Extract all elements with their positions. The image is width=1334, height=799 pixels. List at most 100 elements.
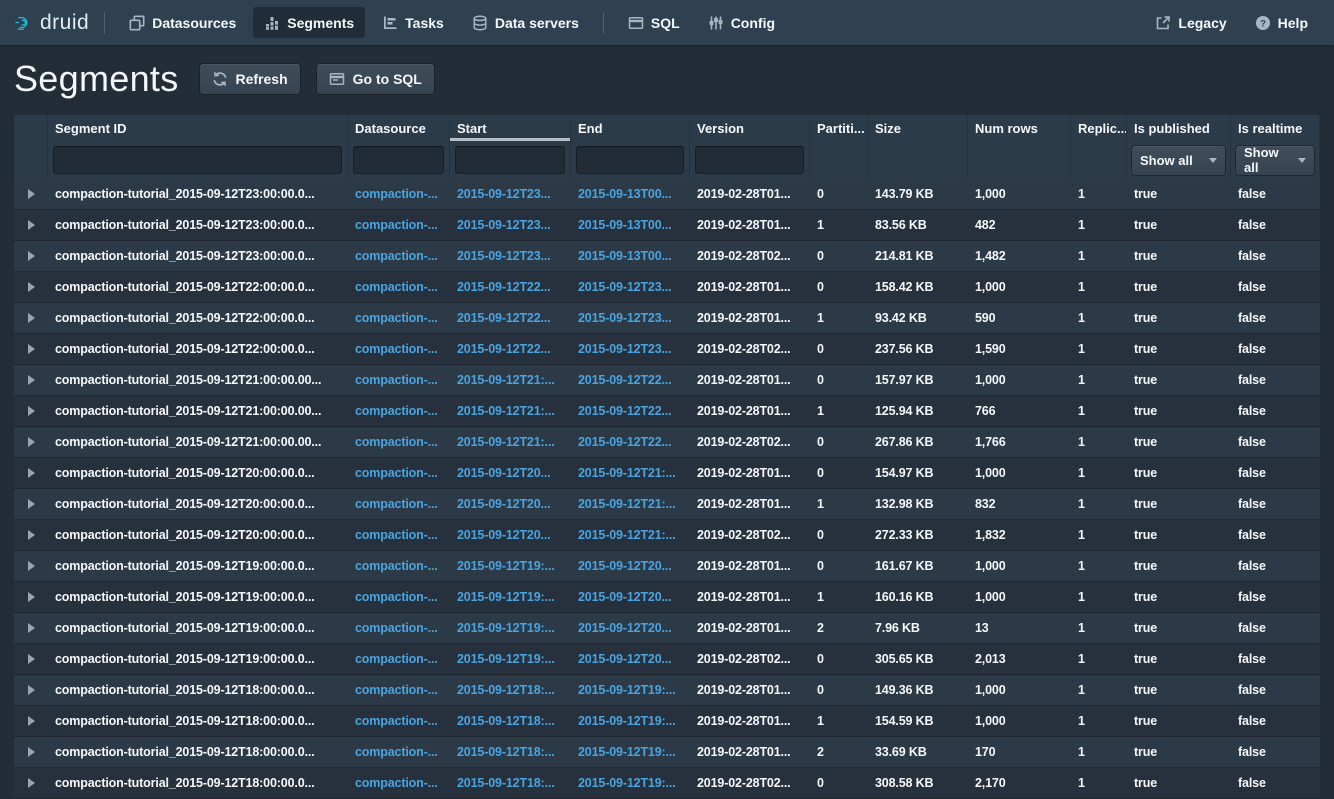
start-link[interactable]: 2015-09-12T19:...	[457, 559, 555, 573]
nav-item-datasources[interactable]: Datasources	[118, 7, 247, 38]
datasource-link[interactable]: compaction-...	[355, 466, 438, 480]
start-link[interactable]: 2015-09-12T21:...	[457, 404, 555, 418]
filter-input-segment_id[interactable]	[53, 146, 342, 174]
end-link[interactable]: 2015-09-13T00...	[578, 249, 672, 263]
datasource-link[interactable]: compaction-...	[355, 497, 438, 511]
datasource-link[interactable]: compaction-...	[355, 776, 438, 790]
end-link[interactable]: 2015-09-12T21:...	[578, 528, 676, 542]
row-expander[interactable]	[14, 778, 48, 788]
start-link[interactable]: 2015-09-12T20...	[457, 497, 551, 511]
table-row[interactable]: compaction-tutorial_2015-09-12T23:00:00.…	[14, 210, 1320, 241]
row-expander[interactable]	[14, 623, 48, 633]
table-row[interactable]: compaction-tutorial_2015-09-12T23:00:00.…	[14, 179, 1320, 210]
column-header-is_realtime[interactable]: Is realtime	[1231, 115, 1320, 141]
start-link[interactable]: 2015-09-12T23...	[457, 218, 551, 232]
end-link[interactable]: 2015-09-12T20...	[578, 652, 672, 666]
start-link[interactable]: 2015-09-12T19:...	[457, 621, 555, 635]
datasource-link[interactable]: compaction-...	[355, 342, 438, 356]
row-expander[interactable]	[14, 654, 48, 664]
column-header-is_published[interactable]: Is published	[1127, 115, 1231, 141]
druid-brand[interactable]: druid	[15, 11, 91, 35]
start-link[interactable]: 2015-09-12T22...	[457, 311, 551, 325]
row-expander[interactable]	[14, 282, 48, 292]
refresh-button[interactable]: Refresh	[200, 64, 300, 94]
table-row[interactable]: compaction-tutorial_2015-09-12T22:00:00.…	[14, 272, 1320, 303]
end-link[interactable]: 2015-09-13T00...	[578, 218, 672, 232]
end-link[interactable]: 2015-09-12T23...	[578, 311, 672, 325]
table-row[interactable]: compaction-tutorial_2015-09-12T18:00:00.…	[14, 737, 1320, 768]
datasource-link[interactable]: compaction-...	[355, 404, 438, 418]
end-link[interactable]: 2015-09-12T19:...	[578, 683, 676, 697]
start-link[interactable]: 2015-09-12T18:...	[457, 776, 555, 790]
filter-input-datasource[interactable]	[353, 146, 444, 174]
end-link[interactable]: 2015-09-12T20...	[578, 590, 672, 604]
end-link[interactable]: 2015-09-13T00...	[578, 187, 672, 201]
datasource-link[interactable]: compaction-...	[355, 373, 438, 387]
table-row[interactable]: compaction-tutorial_2015-09-12T18:00:00.…	[14, 768, 1320, 799]
column-header-num_rows[interactable]: Num rows	[968, 115, 1071, 141]
row-expander[interactable]	[14, 468, 48, 478]
column-header-segment_id[interactable]: Segment ID	[48, 115, 348, 141]
table-row[interactable]: compaction-tutorial_2015-09-12T18:00:00.…	[14, 675, 1320, 706]
table-row[interactable]: compaction-tutorial_2015-09-12T19:00:00.…	[14, 582, 1320, 613]
nav-item-data-servers[interactable]: Data servers	[461, 7, 590, 38]
table-row[interactable]: compaction-tutorial_2015-09-12T20:00:00.…	[14, 458, 1320, 489]
end-link[interactable]: 2015-09-12T21:...	[578, 497, 676, 511]
end-link[interactable]: 2015-09-12T22...	[578, 404, 672, 418]
datasource-link[interactable]: compaction-...	[355, 435, 438, 449]
datasource-link[interactable]: compaction-...	[355, 745, 438, 759]
datasource-link[interactable]: compaction-...	[355, 249, 438, 263]
table-row[interactable]: compaction-tutorial_2015-09-12T20:00:00.…	[14, 520, 1320, 551]
datasource-link[interactable]: compaction-...	[355, 714, 438, 728]
table-row[interactable]: compaction-tutorial_2015-09-12T18:00:00.…	[14, 706, 1320, 737]
row-expander[interactable]	[14, 716, 48, 726]
datasource-link[interactable]: compaction-...	[355, 621, 438, 635]
row-expander[interactable]	[14, 499, 48, 509]
column-header-size[interactable]: Size	[868, 115, 968, 141]
start-link[interactable]: 2015-09-12T21:...	[457, 373, 555, 387]
row-expander[interactable]	[14, 561, 48, 571]
start-link[interactable]: 2015-09-12T23...	[457, 249, 551, 263]
row-expander[interactable]	[14, 251, 48, 261]
start-link[interactable]: 2015-09-12T20...	[457, 466, 551, 480]
filter-input-end[interactable]	[576, 146, 684, 174]
column-header-start[interactable]: Start	[450, 115, 571, 141]
table-row[interactable]: compaction-tutorial_2015-09-12T19:00:00.…	[14, 613, 1320, 644]
row-expander[interactable]	[14, 685, 48, 695]
start-link[interactable]: 2015-09-12T20...	[457, 528, 551, 542]
row-expander[interactable]	[14, 344, 48, 354]
nav-item-config[interactable]: Config	[697, 7, 786, 38]
column-header-replicas[interactable]: Replic...	[1071, 115, 1127, 141]
row-expander[interactable]	[14, 189, 48, 199]
filter-select-is_realtime[interactable]: Show all	[1236, 146, 1314, 175]
table-row[interactable]: compaction-tutorial_2015-09-12T19:00:00.…	[14, 551, 1320, 582]
filter-input-start[interactable]	[455, 146, 565, 174]
end-link[interactable]: 2015-09-12T19:...	[578, 776, 676, 790]
end-link[interactable]: 2015-09-12T23...	[578, 342, 672, 356]
datasource-link[interactable]: compaction-...	[355, 218, 438, 232]
table-row[interactable]: compaction-tutorial_2015-09-12T23:00:00.…	[14, 241, 1320, 272]
datasource-link[interactable]: compaction-...	[355, 683, 438, 697]
datasource-link[interactable]: compaction-...	[355, 280, 438, 294]
end-link[interactable]: 2015-09-12T19:...	[578, 745, 676, 759]
start-link[interactable]: 2015-09-12T18:...	[457, 745, 555, 759]
table-row[interactable]: compaction-tutorial_2015-09-12T21:00:00.…	[14, 427, 1320, 458]
filter-input-version[interactable]	[695, 146, 804, 174]
row-expander[interactable]	[14, 375, 48, 385]
datasource-link[interactable]: compaction-...	[355, 187, 438, 201]
nav-item-tasks[interactable]: Tasks	[371, 7, 455, 38]
row-expander[interactable]	[14, 406, 48, 416]
end-link[interactable]: 2015-09-12T23...	[578, 280, 672, 294]
end-link[interactable]: 2015-09-12T22...	[578, 373, 672, 387]
table-row[interactable]: compaction-tutorial_2015-09-12T22:00:00.…	[14, 303, 1320, 334]
row-expander[interactable]	[14, 530, 48, 540]
filter-select-is_published[interactable]: Show all	[1132, 146, 1225, 175]
start-link[interactable]: 2015-09-12T19:...	[457, 590, 555, 604]
end-link[interactable]: 2015-09-12T21:...	[578, 466, 676, 480]
datasource-link[interactable]: compaction-...	[355, 311, 438, 325]
table-row[interactable]: compaction-tutorial_2015-09-12T21:00:00.…	[14, 396, 1320, 427]
nav-item-help[interactable]: ? Help	[1244, 7, 1319, 38]
end-link[interactable]: 2015-09-12T22...	[578, 435, 672, 449]
end-link[interactable]: 2015-09-12T19:...	[578, 714, 676, 728]
datasource-link[interactable]: compaction-...	[355, 528, 438, 542]
